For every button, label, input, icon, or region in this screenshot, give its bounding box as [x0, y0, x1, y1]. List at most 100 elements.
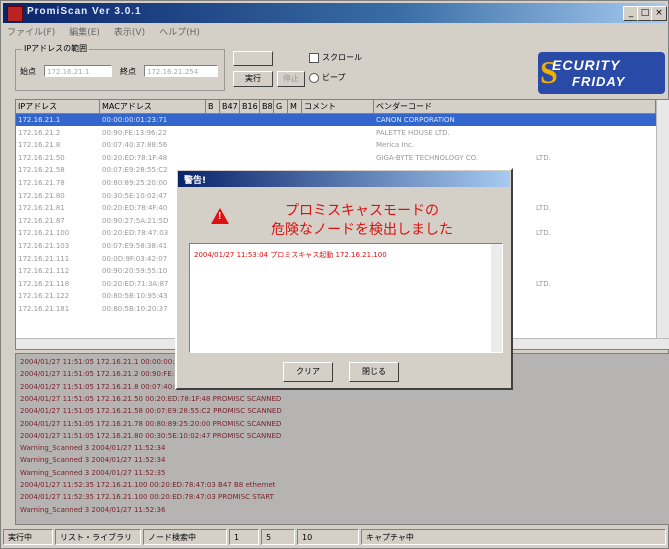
log-line: 2004/01/27 11:51:05 172.16.21.50 00:20:E… — [20, 394, 282, 403]
dialog-title: 警告! — [184, 176, 207, 186]
stop-button[interactable]: 停止 — [277, 71, 305, 87]
beep-radio-label: ビープ — [322, 73, 346, 82]
dialog-close-button[interactable]: 閉じる — [349, 362, 399, 382]
table-row[interactable]: 172.16.21.2 00:90:FE:13:96:22 PALETTE HOUS… — [16, 127, 656, 139]
log-line: 2004/01/27 11:51:05 172.16.21.80 00:30:5… — [20, 431, 282, 440]
cell-vendor: Merica Inc. — [376, 141, 415, 150]
scroll-checkbox-label: スクロール — [322, 53, 362, 62]
col-mac[interactable]: MACアドレス — [100, 100, 206, 113]
cell-vendor-extra: LTD. — [536, 153, 551, 162]
start-ip-input[interactable]: 172.16.21.1 — [44, 65, 112, 77]
log-line: Warning_Scanned 3 2004/01/27 11:52:34 — [20, 456, 166, 465]
table-header: IPアドレス MACアドレス B B47 B16 B8 G M コメント ベンダ… — [16, 100, 669, 114]
detection-entry: 2004/01/27 11:53:04 プロミスキャス起動 172.16.21.… — [194, 251, 387, 259]
log-line: 2004/01/27 11:52:35 172.16.21.100 00:20:… — [20, 481, 276, 489]
status-search: ノード検索中 — [143, 529, 227, 545]
log-line: Warning_Scanned 3 2004/01/27 11:52:36 — [20, 505, 166, 514]
col-g[interactable]: G — [274, 100, 288, 113]
status-capture: キャプチャ中 — [361, 529, 666, 545]
cell-ip: 172.16.21.111 — [18, 254, 70, 263]
dialog-clear-button[interactable]: クリア — [283, 362, 333, 382]
end-ip-input[interactable]: 172.16.21.254 — [144, 65, 218, 77]
logo-line2: FRIDAY — [572, 74, 626, 89]
status-list: リスト・ライブラリ — [55, 529, 141, 545]
radio-circle[interactable] — [309, 72, 319, 83]
cell-vendor-extra: LTD. — [536, 229, 551, 238]
log-line: Warning_Scanned 3 2004/01/27 11:52:34 — [20, 444, 166, 453]
top-disabled-button[interactable] — [233, 51, 273, 66]
title-bar[interactable]: PromiScan Ver 3.0.1 _ □ × — [3, 3, 667, 23]
table-row[interactable]: 172.16.21.8 00:07:40:37:88:56 Merica Inc. — [16, 139, 656, 151]
cell-mac: 00:07:40:37:88:56 — [102, 141, 168, 150]
end-label: 終点 — [120, 67, 136, 76]
cell-ip: 172.16.21.181 — [18, 305, 70, 313]
cell-ip: 172.16.21.50 — [18, 153, 65, 162]
table-row[interactable]: 172.16.21.1 00:00:00:01:23:71 CANON CORPOR… — [16, 114, 656, 126]
cell-ip: 172.16.21.122 — [18, 292, 70, 301]
cell-ip: 172.16.21.78 — [18, 179, 65, 187]
app-icon — [7, 6, 23, 22]
cell-vendor-extra: LTD. — [536, 279, 551, 288]
beep-radio[interactable]: ビープ — [309, 72, 346, 83]
cell-ip: 172.16.21.1 — [18, 116, 61, 124]
alert-message-line1: プロミスキャスモードの — [285, 202, 439, 218]
cell-ip: 172.16.21.112 — [18, 267, 70, 276]
status-bar: 実行中 リスト・ライブラリ ノード検索中 1 5 10 キャプチャ中 — [3, 527, 668, 547]
logo-line1: ECURITY — [552, 57, 621, 73]
cell-ip: 172.16.21.80 — [18, 191, 65, 200]
table-row[interactable]: 172.16.21.50 00:20:ED:78:1F:48 GIGA-BYTE T… — [16, 152, 656, 164]
checkbox-box[interactable] — [309, 52, 319, 63]
cell-ip: 172.16.21.87 — [18, 216, 65, 225]
cell-mac: 00:90:FE:13:96:22 — [102, 128, 167, 137]
detection-list[interactable]: 2004/01/27 11:53:04 プロミスキャス起動 172.16.21.… — [189, 243, 503, 353]
cell-ip: 172.16.21.81 — [18, 204, 65, 213]
ip-range-legend: IPアドレスの範囲 — [22, 43, 90, 54]
alert-dialog: 警告! ! プロミスキャスモードの 危険なノードを検出しました 2004/01/… — [175, 168, 513, 390]
log-line: 2004/01/27 11:52:35 172.16.21.100 00:20:… — [20, 493, 274, 502]
alert-message-line2: 危険なノードを検出しました — [271, 221, 453, 237]
col-m[interactable]: M — [288, 100, 302, 113]
detection-list-scrollbar[interactable] — [491, 244, 502, 352]
menu-help[interactable]: ヘルプ(H) — [157, 25, 202, 39]
cell-ip: 172.16.21.2 — [18, 128, 61, 137]
status-count-3: 10 — [297, 529, 359, 545]
cell-vendor: CANON CORPORATION — [376, 116, 455, 124]
menu-edit[interactable]: 編集(E) — [67, 25, 102, 39]
status-state: 実行中 — [3, 529, 53, 545]
vertical-scrollbar[interactable] — [656, 100, 669, 349]
cell-vendor-extra: LTD. — [536, 204, 551, 213]
run-button[interactable]: 実行 — [233, 71, 273, 87]
cell-vendor: GIGA-BYTE TECHNOLOGY CO. — [376, 153, 479, 162]
menu-file[interactable]: ファイル(F) — [5, 25, 57, 39]
cell-vendor: PALETTE HOUSE LTD. — [376, 128, 450, 137]
scroll-checkbox[interactable]: スクロール — [309, 52, 362, 63]
ip-range-group: IPアドレスの範囲 始点 172.16.21.1 終点 172.16.21.25… — [15, 43, 225, 91]
menu-view[interactable]: 表示(V) — [112, 25, 147, 39]
log-line: Warning_Scanned 3 2004/01/27 11:52:35 — [20, 468, 166, 477]
warning-icon: ! — [211, 208, 229, 224]
col-ip[interactable]: IPアドレス — [16, 100, 100, 113]
security-friday-logo: S ECURITY FRIDAY — [538, 52, 665, 94]
cell-ip: 172.16.21.8 — [18, 141, 61, 150]
menu-bar: ファイル(F) 編集(E) 表示(V) ヘルプ(H) — [5, 25, 202, 39]
dialog-title-bar[interactable]: 警告! — [178, 171, 510, 187]
window-title: PromiScan Ver 3.0.1 — [27, 6, 142, 17]
cell-mac: 00:00:00:01:23:71 — [102, 116, 168, 124]
col-b47[interactable]: B47 — [220, 100, 240, 113]
status-count-1: 1 — [229, 529, 259, 545]
col-comment[interactable]: コメント — [302, 100, 374, 113]
cell-ip: 172.16.21.118 — [18, 279, 70, 288]
cell-ip: 172.16.21.100 — [18, 229, 70, 238]
log-line: 2004/01/27 11:51:05 172.16.21.58 00:07:E… — [20, 407, 282, 416]
status-count-2: 5 — [261, 529, 295, 545]
col-b[interactable]: B — [206, 100, 220, 113]
col-vendor[interactable]: ベンダーコード — [374, 100, 656, 113]
col-b16[interactable]: B16 — [240, 100, 260, 113]
close-window-button[interactable]: × — [651, 6, 667, 21]
log-line: 2004/01/27 11:51:05 172.16.21.78 00:80:8… — [20, 419, 282, 428]
cell-ip: 172.16.21.58 — [18, 166, 65, 175]
start-label: 始点 — [20, 67, 36, 76]
col-b8[interactable]: B8 — [260, 100, 274, 113]
cell-mac: 00:20:ED:78:1F:48 — [102, 153, 168, 162]
cell-ip: 172.16.21.103 — [18, 242, 70, 250]
